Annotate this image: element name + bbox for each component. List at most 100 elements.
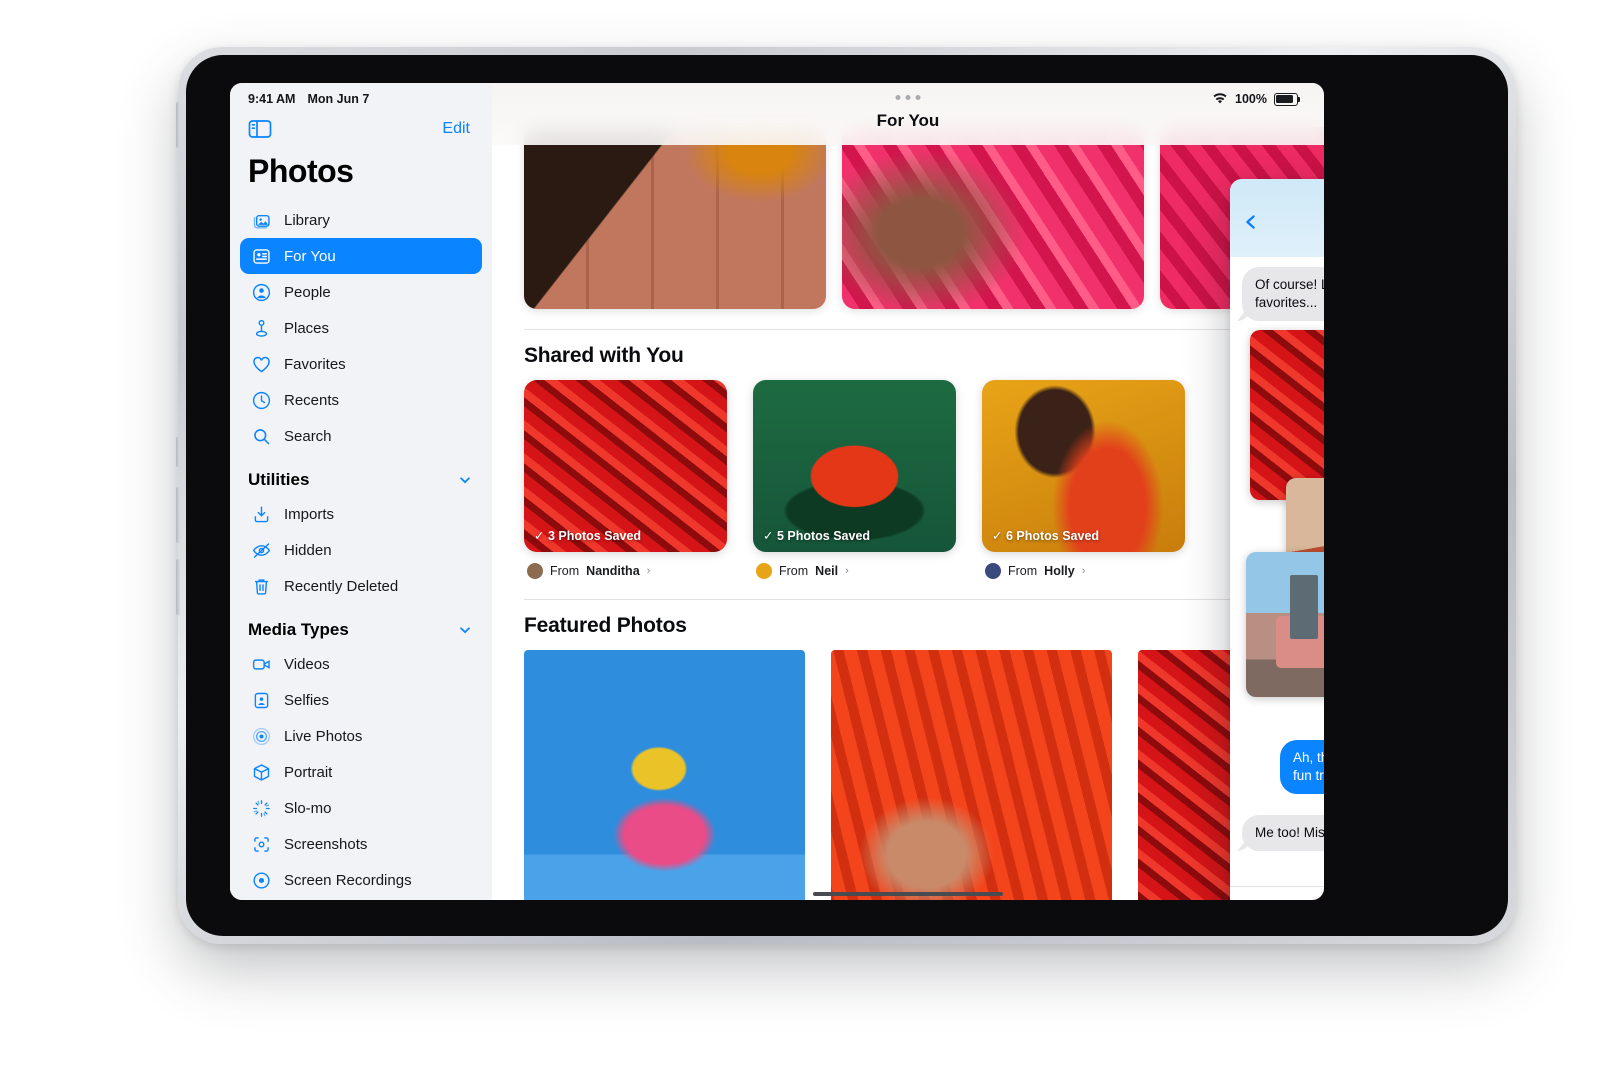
- search-icon: [250, 425, 272, 447]
- wagon-window: [1290, 575, 1319, 640]
- shared-tile[interactable]: ✓ 6 Photos Saved From Holly ›: [982, 380, 1185, 579]
- avatar: [527, 563, 543, 579]
- sidebar-item-slo-mo[interactable]: Slo-mo: [240, 790, 482, 826]
- power-button[interactable]: [176, 102, 180, 148]
- sidebar-item-selfies[interactable]: Selfies: [240, 682, 482, 718]
- page-title: Photos: [248, 153, 354, 189]
- sidebar-item-screen-recordings[interactable]: Screen Recordings: [240, 862, 482, 898]
- sidebar-item-imports[interactable]: Imports: [240, 496, 482, 532]
- clock-icon: [250, 389, 272, 411]
- sidebar-item-label: People: [284, 283, 331, 301]
- memories-strip: [492, 127, 1324, 327]
- sidebar-item-label: Portrait: [284, 763, 333, 781]
- sidebar-item-portrait[interactable]: Portrait: [240, 754, 482, 790]
- battery-icon: [1274, 92, 1301, 106]
- shared-tile-thumbnail[interactable]: ✓ 6 Photos Saved: [982, 380, 1185, 552]
- portrait-cube-icon: [250, 761, 272, 783]
- sidebar-item-places[interactable]: Places: [240, 310, 482, 346]
- wifi-icon: [1213, 93, 1227, 104]
- edit-button[interactable]: Edit: [442, 120, 470, 138]
- memory-card[interactable]: [842, 127, 1144, 309]
- messages-header: Nanditha ›: [1230, 179, 1324, 257]
- library-icon: [250, 209, 272, 231]
- message-bubble-incoming-last[interactable]: Me too! Miss you. ❤️: [1242, 815, 1324, 852]
- chevron-right-icon: ›: [845, 565, 849, 577]
- sidebar-item-for-you[interactable]: For You: [240, 238, 482, 274]
- sidebar-item-label: Screenshots: [284, 835, 368, 853]
- sidebar-item-live-photos[interactable]: Live Photos: [240, 718, 482, 754]
- messages-thread[interactable]: Of course! Let me pick a few of my favor…: [1230, 257, 1324, 887]
- sidebar-item-hidden[interactable]: Hidden: [240, 532, 482, 568]
- from-label: From: [779, 564, 809, 578]
- sidebar-item-label: Selfies: [284, 691, 330, 709]
- shared-tile-thumbnail[interactable]: ✓ 3 Photos Saved: [524, 380, 727, 552]
- app-store-icon[interactable]: [1279, 899, 1306, 901]
- memory-card[interactable]: [524, 127, 826, 309]
- sidebar-item-label: Slo-mo: [284, 799, 332, 817]
- imessage-input[interactable]: iMessage: [1316, 897, 1324, 900]
- sidebar-item-label: Recents: [284, 391, 340, 409]
- trash-icon: [250, 575, 272, 597]
- shared-tile-thumbnail[interactable]: ✓ 5 Photos Saved: [753, 380, 956, 552]
- group-title: Media Types: [248, 620, 349, 639]
- status-time: 9:41 AM: [248, 92, 296, 106]
- screen-recording-icon: [250, 869, 272, 891]
- places-pin-icon: [250, 317, 272, 339]
- eye-slash-icon: [250, 539, 272, 561]
- status-date: Mon Jun 7: [307, 92, 370, 106]
- sidebar-toggle-icon[interactable]: [248, 119, 272, 139]
- from-label: From: [1008, 564, 1038, 578]
- screenshot-icon: [250, 833, 272, 855]
- sidebar-group-shared-albums[interactable]: Shared Albums: [230, 898, 492, 900]
- group-title: Utilities: [248, 470, 310, 489]
- message-bubble-outgoing[interactable]: Ah, thank you so much! 😌 Such fun trips–…: [1280, 740, 1324, 795]
- shared-tile-attribution[interactable]: From Holly ›: [982, 552, 1185, 579]
- featured-photo-orange-dress[interactable]: [831, 650, 1112, 900]
- message-photo-chili[interactable]: [1250, 330, 1324, 501]
- sidebar-item-label: Search: [284, 427, 332, 445]
- message-photo-pink-wagon[interactable]: [1246, 552, 1324, 698]
- sidebar-media-types-list: Videos Selfies Live Photos Portrait Slo-…: [230, 646, 492, 898]
- volume-button-c[interactable]: [176, 559, 180, 615]
- photos-content: For You Shared with You ✓ 3 Photos Saved: [492, 83, 1324, 900]
- message-bubble-incoming[interactable]: Of course! Let me pick a few of my favor…: [1242, 267, 1324, 322]
- chevron-down-icon[interactable]: [458, 473, 472, 487]
- sidebar-group-utilities[interactable]: Utilities: [230, 454, 492, 496]
- ipad-device-frame: 9:41 AM Mon Jun 7 100% Edit Photos Libra…: [176, 47, 1516, 944]
- volume-button-a[interactable]: [176, 437, 180, 467]
- sidebar-item-label: Library: [284, 211, 330, 229]
- sidebar-item-videos[interactable]: Videos: [240, 646, 482, 682]
- camera-icon[interactable]: [1242, 899, 1269, 901]
- shared-tile[interactable]: ✓ 3 Photos Saved From Nanditha ›: [524, 380, 727, 579]
- sidebar-item-label: Live Photos: [284, 727, 363, 745]
- people-icon: [250, 281, 272, 303]
- back-chevron-icon[interactable]: [1242, 213, 1260, 231]
- shared-tile-attribution[interactable]: From Nanditha ›: [524, 552, 727, 579]
- selfie-icon: [250, 689, 272, 711]
- sidebar-item-recently-deleted[interactable]: Recently Deleted: [240, 568, 482, 604]
- shared-with-you-tiles: ✓ 3 Photos Saved From Nanditha › ✓ 5 Pho…: [492, 380, 1324, 579]
- live-photo-icon: [250, 725, 272, 747]
- sidebar-item-recents[interactable]: Recents: [240, 382, 482, 418]
- sidebar-item-library[interactable]: Library: [240, 202, 482, 238]
- sidebar-group-media-types[interactable]: Media Types: [230, 604, 492, 646]
- sidebar-item-search[interactable]: Search: [240, 418, 482, 454]
- photos-saved-badge: ✓ 5 Photos Saved: [763, 529, 871, 543]
- sidebar-item-people[interactable]: People: [240, 274, 482, 310]
- volume-button-b[interactable]: [176, 487, 180, 543]
- sidebar-item-label: Places: [284, 319, 330, 337]
- shared-tile[interactable]: ✓ 5 Photos Saved From Neil ›: [753, 380, 956, 579]
- avatar: [756, 563, 772, 579]
- avatar: [985, 563, 1001, 579]
- chevron-right-icon: ›: [646, 565, 651, 577]
- messages-window: Nanditha › Of course! Let me pick a few …: [1230, 179, 1324, 900]
- sidebar-item-favorites[interactable]: Favorites: [240, 346, 482, 382]
- chevron-down-icon[interactable]: [458, 623, 472, 637]
- featured-photos-section: Featured Photos: [492, 599, 1324, 900]
- ipad-screen: 9:41 AM Mon Jun 7 100% Edit Photos Libra…: [230, 83, 1324, 900]
- sidebar-item-screenshots[interactable]: Screenshots: [240, 826, 482, 862]
- featured-photo-girl-flowers[interactable]: [524, 650, 805, 900]
- slo-mo-icon: [250, 797, 272, 819]
- shared-tile-attribution[interactable]: From Neil ›: [753, 552, 956, 579]
- section-heading: Shared with You: [524, 344, 684, 367]
